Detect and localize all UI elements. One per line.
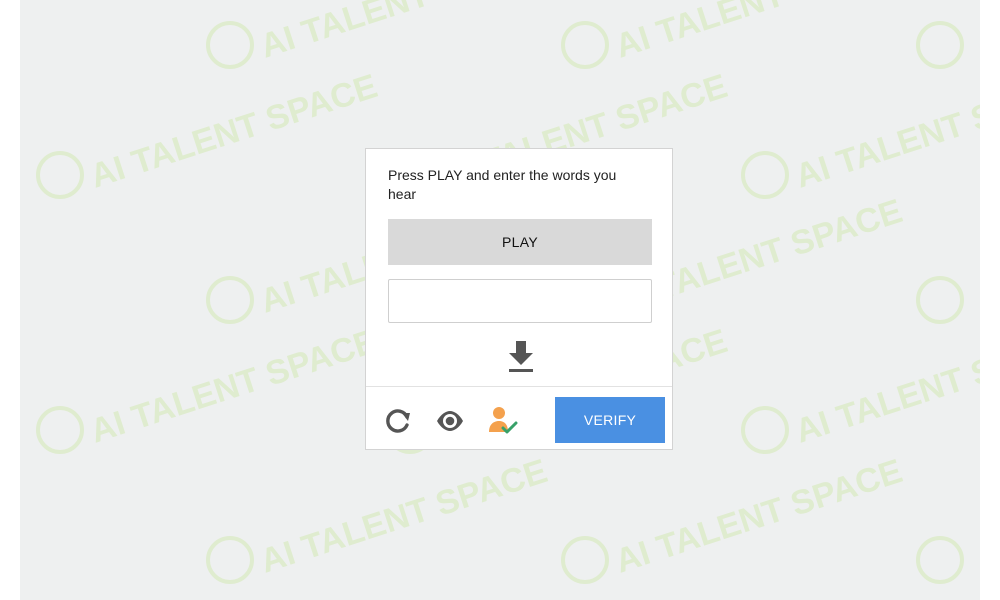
watermark-logo-icon — [741, 151, 789, 199]
watermark-logo-icon — [206, 536, 254, 584]
watermark-text: AI TALENT SPACE — [611, 452, 907, 581]
audio-captcha-widget: Press PLAY and enter the words you hear … — [365, 148, 673, 450]
watermark-text: AI TALENT SPACE — [791, 67, 980, 196]
verify-button[interactable]: VERIFY — [555, 397, 665, 443]
watermark-logo-icon — [561, 21, 609, 69]
watermark-text: AI TALENT SPACE — [791, 322, 980, 451]
eye-icon[interactable] — [434, 405, 466, 437]
watermark-logo-icon — [916, 276, 964, 324]
watermark-text: AI TALENT SPACE — [611, 0, 907, 66]
watermark-logo-icon — [916, 21, 964, 69]
watermark-text: AI TALENT SPACE — [256, 0, 552, 66]
captcha-footer: VERIFY — [366, 386, 672, 449]
captcha-answer-input[interactable] — [388, 279, 652, 323]
download-icon[interactable] — [506, 339, 536, 373]
captcha-instructions: Press PLAY and enter the words you hear — [388, 167, 617, 202]
watermark-logo-icon — [206, 276, 254, 324]
watermark-logo-icon — [561, 536, 609, 584]
watermark-text: AI TALENT SPACE — [86, 67, 382, 196]
watermark-logo-icon — [36, 151, 84, 199]
play-button[interactable]: PLAY — [388, 219, 652, 265]
watermark-logo-icon — [36, 406, 84, 454]
watermark-logo-icon — [206, 21, 254, 69]
watermark-logo-icon — [916, 536, 964, 584]
accessibility-user-check-icon[interactable] — [486, 405, 518, 437]
watermark-text: AI TALENT SPACE — [86, 322, 382, 451]
reload-icon[interactable] — [382, 405, 414, 437]
watermark-logo-icon — [741, 406, 789, 454]
captcha-page-background: AI TALENT SPACE AI TALENT SPACE AI TALEN… — [20, 0, 980, 600]
watermark-text: AI TALENT SPACE — [256, 452, 552, 581]
